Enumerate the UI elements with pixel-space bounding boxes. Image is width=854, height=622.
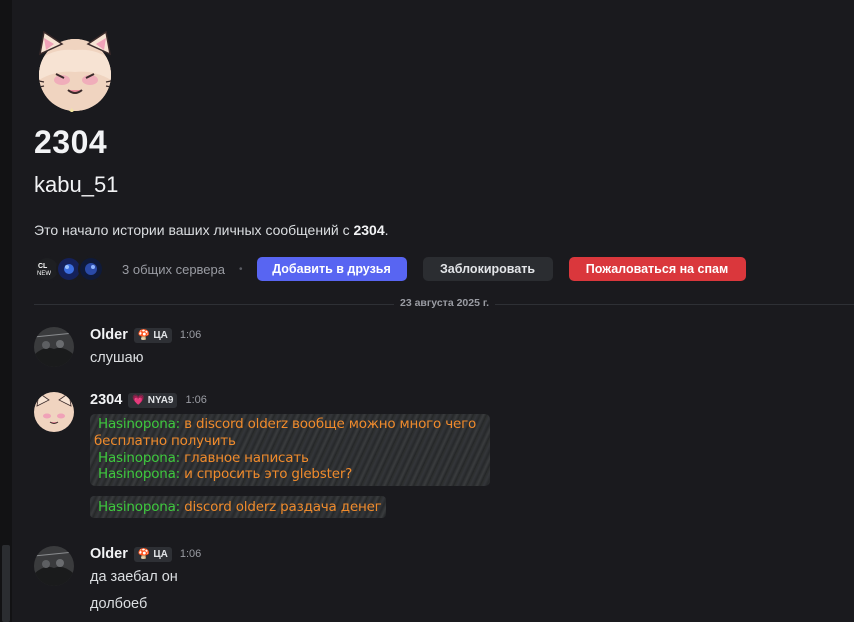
profile-username: kabu_51 [34, 172, 119, 197]
svg-text:CL: CL [38, 263, 48, 270]
block-button[interactable]: Заблокировать [422, 257, 553, 281]
message-author[interactable]: 2304 [90, 392, 122, 408]
embed-line: Hasinopona: и спросить это glebster? [98, 466, 352, 482]
mutual-server-icons[interactable]: CL NEW [34, 256, 104, 282]
embed-line: Hasinopona: главное написать [98, 450, 309, 466]
heart-icon: 💗 [132, 394, 145, 406]
embed-text: discord olderz раздача денег [180, 499, 382, 515]
message-timestamp: 1:06 [179, 329, 202, 341]
guild-tag-label: NYA9 [147, 394, 174, 406]
profile-avatar-icon[interactable]: ✦ [34, 30, 116, 112]
intro-prefix: Это начало истории ваших личных сообщени… [34, 222, 354, 238]
mutual-servers-link[interactable]: 3 общих сервера [122, 262, 225, 277]
guild-tag-label: ЦА [153, 329, 168, 341]
separator-dot: • [239, 263, 243, 275]
embed-name: Hasinopona: [98, 450, 181, 466]
profile-display-name: 2304 [34, 124, 108, 160]
svg-text:NEW: NEW [37, 271, 51, 277]
embed-text: и спросить это glebster? [180, 466, 353, 482]
date-divider-label: 23 августа 2025 г. [394, 297, 496, 309]
guild-tag[interactable]: 🍄 ЦА [133, 327, 172, 343]
mushroom-icon: 🍄 [137, 329, 151, 341]
message-content: долбоеб [90, 596, 148, 612]
server-icon-blue-2[interactable] [78, 256, 104, 282]
message-header: Older 🍄 ЦА 1:06 [90, 546, 201, 562]
embed-name: Hasinopona: [98, 499, 181, 515]
message-content: да заебал он [90, 569, 178, 585]
left-rail [0, 0, 12, 622]
intro-suffix: . [384, 222, 389, 238]
intro-name: 2304 [353, 222, 385, 238]
embed-line: Hasinopona: discord olderz раздача денег [98, 499, 382, 515]
profile-actions: CL NEW 3 общих сервера • Добавить в друзь… [34, 256, 746, 282]
dm-intro-text: Это начало истории ваших личных сообщени… [34, 222, 389, 238]
message-content: слушаю [90, 350, 144, 366]
guild-tag[interactable]: 🍄 ЦА [133, 546, 172, 562]
image-attachment[interactable]: Hasinopona: в discord olderz вообще можн… [90, 414, 490, 486]
left-rail-handle[interactable] [2, 545, 10, 622]
avatar[interactable] [34, 546, 74, 586]
embed-name: Hasinopona: [98, 466, 181, 482]
embed-text: в discord olderz вообще можно много чего [180, 416, 477, 432]
guild-tag-label: ЦА [153, 548, 168, 560]
avatar[interactable] [34, 327, 74, 367]
message-timestamp: 1:06 [179, 548, 202, 560]
message-header: 2304 💗 NYA9 1:06 [90, 392, 207, 408]
guild-tag[interactable]: 💗 NYA9 [128, 392, 178, 408]
avatar[interactable] [34, 392, 74, 432]
embed-line-continued: бесплатно получить [94, 433, 236, 449]
svg-text:✦: ✦ [68, 106, 76, 112]
message-author[interactable]: Older [90, 327, 128, 343]
message-timestamp: 1:06 [185, 394, 207, 406]
add-friend-button[interactable]: Добавить в друзья [256, 257, 407, 281]
embed-text: главное написать [180, 450, 309, 466]
dm-channel: ✦ 2304 kabu_51 Это начало истории ваших … [18, 0, 854, 622]
message-header: Older 🍄 ЦА 1:06 [90, 327, 201, 343]
report-spam-button[interactable]: Пожаловаться на спам [568, 257, 746, 281]
embed-name: Hasinopona: [98, 416, 181, 432]
embed-line: Hasinopona: в discord olderz вообще можн… [98, 416, 476, 432]
message-author[interactable]: Older [90, 546, 128, 562]
image-attachment[interactable]: Hasinopona: discord olderz раздача денег [90, 496, 386, 518]
mushroom-icon: 🍄 [137, 548, 151, 560]
